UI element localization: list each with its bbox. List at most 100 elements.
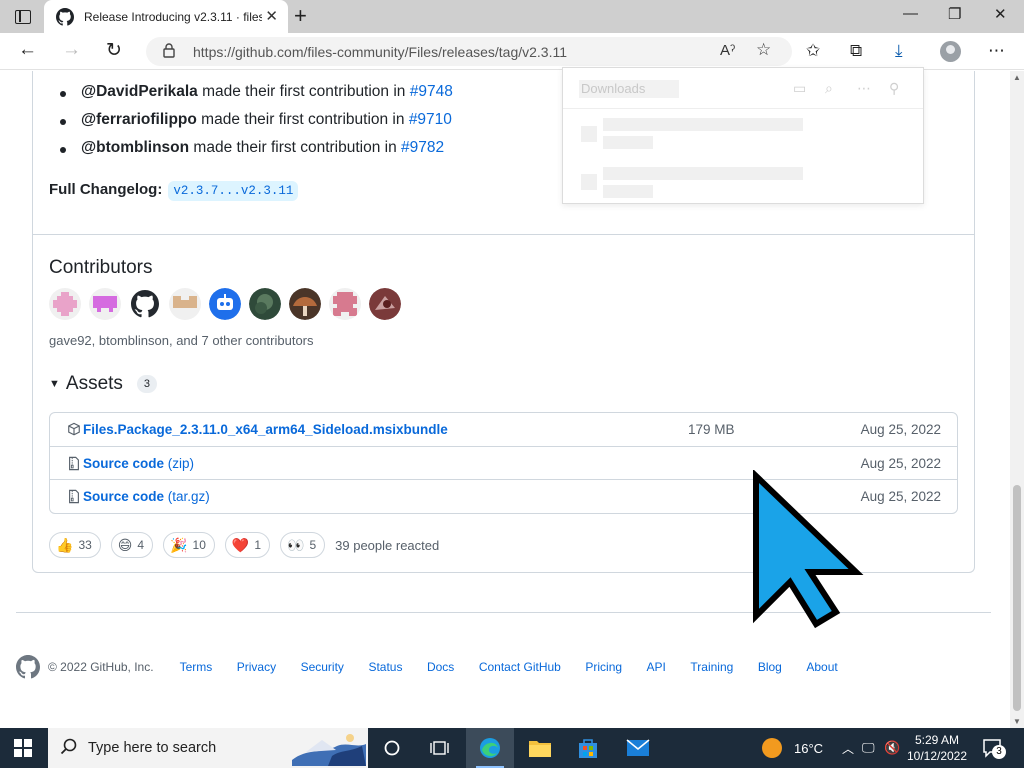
full-changelog: Full Changelog: v2.3.7...v2.3.11 — [49, 181, 299, 201]
asset-date: Aug 25, 2022 — [860, 455, 941, 471]
scrollbar-thumb[interactable] — [1013, 485, 1021, 711]
system-clock[interactable]: 5:29 AM 10/12/2022 — [906, 732, 968, 764]
reactions-summary: 39 people reacted — [335, 537, 440, 553]
footer-link-pricing[interactable]: Pricing — [585, 660, 622, 674]
list-item: @DavidPerikala made their first contribu… — [48, 83, 453, 111]
back-icon[interactable]: ← — [18, 39, 37, 61]
changelog-range-link[interactable]: v2.3.7...v2.3.11 — [168, 181, 299, 201]
tab-actions-icon[interactable] — [12, 7, 34, 27]
restore-icon[interactable]: ❐ — [948, 5, 961, 23]
asset-link[interactable]: Files.Package_2.3.11.0_x64_arm64_Sideloa… — [83, 422, 448, 437]
github-logo-icon[interactable] — [16, 655, 40, 679]
file-explorer-icon[interactable] — [516, 728, 564, 768]
search-placeholder: Type here to search — [88, 740, 217, 756]
reaction-hooray-button[interactable]: 🎉 10 — [163, 532, 215, 558]
clock-time: 5:29 AM — [914, 733, 960, 747]
avatar[interactable] — [129, 288, 161, 320]
pin-icon[interactable]: ⚲ — [889, 80, 905, 96]
avatar[interactable] — [169, 288, 201, 320]
reaction-laugh-button[interactable]: 😄 4 — [110, 532, 154, 558]
contributor-handle[interactable]: @btomblinson — [81, 139, 189, 156]
asset-link[interactable]: Source code (tar.gz) — [83, 489, 210, 504]
list-item: @ferrariofilippo made their first contri… — [48, 111, 453, 139]
new-tab-icon[interactable]: + — [294, 3, 307, 29]
pr-link[interactable]: #9710 — [409, 111, 452, 128]
laugh-icon: 😄 — [117, 536, 133, 553]
avatar[interactable] — [89, 288, 121, 320]
footer-link-privacy[interactable]: Privacy — [237, 660, 276, 674]
tab-close-icon[interactable]: ✕ — [265, 7, 278, 25]
assets-toggle[interactable]: ▼ Assets 3 — [49, 373, 158, 395]
footer-link-training[interactable]: Training — [690, 660, 733, 674]
taskbar-search[interactable]: Type here to search — [48, 728, 368, 768]
url-text[interactable]: https://github.com/files-community/Files… — [193, 44, 567, 60]
more-options-icon[interactable]: ⋯ — [857, 80, 873, 96]
avatar[interactable] — [329, 288, 361, 320]
contributor-handle[interactable]: @DavidPerikala — [81, 83, 198, 100]
weather-sun-icon — [762, 738, 782, 758]
downloads-title: Downloads — [579, 80, 679, 98]
tab-title: Release Introducing v2.3.11 · files-comm… — [84, 9, 262, 24]
network-icon[interactable]: 🖵 — [862, 728, 875, 768]
eyes-icon: 👀 — [287, 536, 305, 553]
avatar[interactable] — [369, 288, 401, 320]
contribution-text: made their first contribution in — [189, 139, 402, 156]
browser-tab-active[interactable]: Release Introducing v2.3.11 · files-comm… — [44, 0, 288, 33]
footer-link-status[interactable]: Status — [368, 660, 402, 674]
footer-link-docs[interactable]: Docs — [427, 660, 454, 674]
windows-taskbar: Type here to search 16°C ︿ 🖵 🔇 5:29 AM 1… — [0, 728, 1024, 768]
search-icon — [60, 738, 77, 755]
asset-link[interactable]: Source code (zip) — [83, 456, 194, 471]
pr-link[interactable]: #9748 — [410, 83, 453, 100]
window-close-icon[interactable]: ✕ — [994, 5, 1007, 23]
favorites-icon[interactable]: ✩ — [806, 41, 820, 61]
reaction-count: 33 — [78, 538, 92, 552]
collections-icon[interactable]: ⧉ — [850, 41, 862, 61]
cortana-icon[interactable] — [368, 728, 416, 768]
forward-icon[interactable]: → — [62, 39, 81, 61]
volume-muted-icon[interactable]: 🔇 — [884, 728, 900, 768]
scroll-down-icon[interactable]: ▼ — [1013, 717, 1021, 726]
github-favicon-icon — [56, 7, 74, 26]
footer-link-about[interactable]: About — [806, 660, 837, 674]
refresh-icon[interactable]: ↻ — [106, 39, 122, 62]
loading-placeholder — [581, 126, 597, 142]
copyright: © 2022 GitHub, Inc. — [48, 660, 154, 674]
footer-link-contact[interactable]: Contact GitHub — [479, 660, 561, 674]
url-bar[interactable]: https://github.com/files-community/Files… — [146, 37, 792, 66]
footer-link-api[interactable]: API — [647, 660, 666, 674]
scroll-up-icon[interactable]: ▲ — [1013, 73, 1021, 82]
downloads-icon[interactable]: ⤓ — [895, 41, 903, 61]
profile-avatar[interactable] — [940, 41, 961, 62]
reaction-count: 1 — [254, 538, 262, 552]
open-folder-icon[interactable]: ▭ — [793, 80, 809, 96]
add-favorite-icon[interactable]: ☆ — [756, 40, 771, 60]
lock-icon[interactable] — [163, 43, 175, 58]
task-view-icon[interactable] — [416, 728, 464, 768]
avatar[interactable] — [49, 288, 81, 320]
windows-start-icon[interactable] — [14, 739, 32, 757]
edge-taskbar-icon[interactable] — [466, 728, 514, 768]
search-downloads-icon[interactable]: ⌕ — [825, 80, 841, 96]
avatar[interactable] — [249, 288, 281, 320]
footer-link-blog[interactable]: Blog — [758, 660, 782, 674]
notification-center-icon[interactable]: 3 — [982, 738, 1006, 759]
reaction-eyes-button[interactable]: 👀 5 — [280, 532, 326, 558]
read-aloud-icon[interactable]: Aˀ — [720, 42, 735, 59]
reaction-thumbs-up-button[interactable]: 👍 33 — [49, 532, 101, 558]
more-menu-icon[interactable]: ⋯ — [988, 41, 1005, 61]
asset-size: 179 MB — [688, 422, 735, 437]
mail-icon[interactable] — [614, 728, 662, 768]
weather-widget[interactable]: 16°C — [762, 728, 823, 768]
minimize-icon[interactable]: — — [903, 5, 918, 22]
reaction-heart-button[interactable]: ❤️ 1 — [224, 532, 271, 558]
avatar[interactable] — [209, 288, 241, 320]
microsoft-store-icon[interactable] — [564, 728, 612, 768]
footer-link-security[interactable]: Security — [301, 660, 344, 674]
contributor-handle[interactable]: @ferrariofilippo — [81, 111, 197, 128]
show-hidden-icons-icon[interactable]: ︿ — [842, 728, 854, 768]
footer-link-terms[interactable]: Terms — [180, 660, 213, 674]
pr-link[interactable]: #9782 — [401, 139, 444, 156]
page-scrollbar[interactable]: ▲ ▼ — [1010, 71, 1024, 728]
avatar[interactable] — [289, 288, 321, 320]
